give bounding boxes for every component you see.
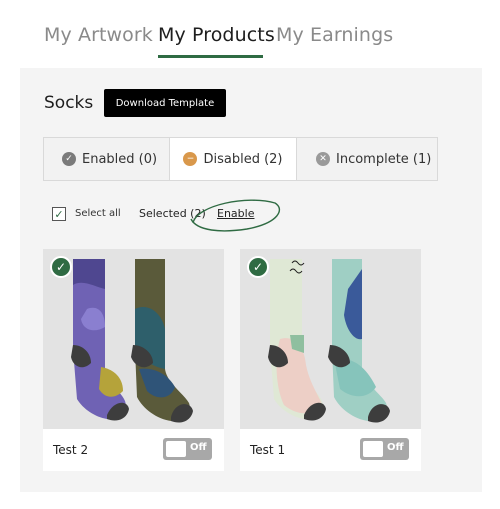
- product-card[interactable]: ✓ Test 1 Off: [240, 249, 421, 471]
- toggle-knob: [166, 441, 186, 457]
- selected-check-icon[interactable]: ✓: [50, 256, 72, 278]
- filter-incomplete[interactable]: ✕ Incomplete (1): [316, 138, 431, 180]
- product-image[interactable]: ✓: [43, 249, 224, 429]
- top-tab-bar: My Artwork My Products My Earnings: [0, 0, 500, 68]
- tab-my-artwork[interactable]: My Artwork: [44, 24, 153, 46]
- toggle-label: Off: [190, 442, 207, 453]
- selected-check-icon[interactable]: ✓: [247, 256, 269, 278]
- filter-disabled-label: Disabled (2): [203, 151, 283, 167]
- select-all-label: Select all: [75, 208, 121, 219]
- download-template-button[interactable]: Download Template: [104, 89, 226, 117]
- tab-my-earnings[interactable]: My Earnings: [276, 24, 393, 46]
- product-name: Test 2: [53, 443, 89, 457]
- toggle-knob: [363, 441, 383, 457]
- product-card[interactable]: ✓ Test 2 Off: [43, 249, 224, 471]
- toggle-label: Off: [387, 442, 404, 453]
- selection-row: ✓ Select all Selected (2) Enable: [52, 205, 352, 225]
- filter-enabled-label: Enabled (0): [82, 151, 158, 167]
- x-circle-icon: ✕: [316, 152, 330, 166]
- product-toggle[interactable]: Off: [360, 438, 409, 460]
- status-filter-group: ✓ Enabled (0) − Disabled (2) ✕ Incomplet…: [43, 137, 438, 181]
- select-all-checkbox[interactable]: ✓: [52, 207, 66, 221]
- filter-disabled[interactable]: − Disabled (2): [169, 138, 297, 180]
- enable-link[interactable]: Enable: [217, 207, 254, 220]
- product-image[interactable]: ✓: [240, 249, 421, 429]
- filter-incomplete-label: Incomplete (1): [336, 151, 432, 167]
- selected-count: Selected (2): [139, 207, 206, 220]
- active-tab-underline: [158, 55, 263, 58]
- card-footer: Test 2 Off: [43, 429, 224, 471]
- filter-enabled[interactable]: ✓ Enabled (0): [62, 138, 157, 180]
- check-circle-icon: ✓: [62, 152, 76, 166]
- card-footer: Test 1 Off: [240, 429, 421, 471]
- product-name: Test 1: [250, 443, 286, 457]
- sock-mockup-image: [43, 249, 224, 429]
- product-toggle[interactable]: Off: [163, 438, 212, 460]
- minus-circle-icon: −: [183, 152, 198, 166]
- section-title: Socks: [44, 93, 94, 113]
- sock-mockup-image: [240, 249, 421, 429]
- tab-my-products[interactable]: My Products: [158, 24, 275, 46]
